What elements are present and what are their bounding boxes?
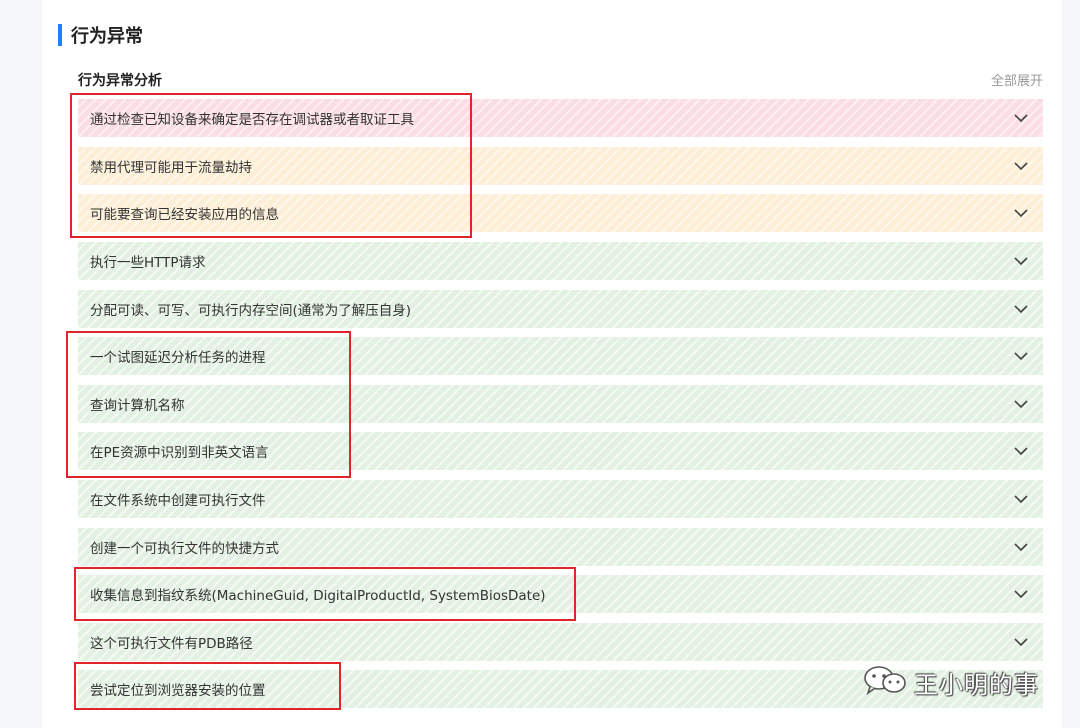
chevron-down-icon[interactable] (1011, 203, 1031, 223)
chevron-down-icon[interactable] (1011, 537, 1031, 557)
behavior-item[interactable]: 通过检查已知设备来确定是否存在调试器或者取证工具 (78, 99, 1043, 137)
chevron-down-icon[interactable] (1011, 632, 1031, 652)
behavior-item-label: 在PE资源中识别到非英文语言 (90, 445, 269, 461)
behavior-item-label: 查询计算机名称 (90, 398, 185, 414)
behavior-item[interactable]: 收集信息到指纹系统(MachineGuid, DigitalProductId,… (78, 575, 1043, 613)
behavior-item-label: 禁用代理可能用于流量劫持 (90, 160, 252, 176)
behavior-item[interactable]: 分配可读、可写、可执行内存空间(通常为了解压自身) (78, 290, 1043, 328)
analysis-title: 行为异常分析 (78, 73, 162, 89)
chevron-down-icon[interactable] (1011, 251, 1031, 271)
behavior-item-label: 分配可读、可写、可执行内存空间(通常为了解压自身) (90, 303, 412, 319)
behavior-item-label: 收集信息到指纹系统(MachineGuid, DigitalProductId,… (90, 588, 546, 604)
behavior-item-label: 创建一个可执行文件的快捷方式 (90, 541, 279, 557)
behavior-item[interactable]: 在文件系统中创建可执行文件 (78, 480, 1043, 518)
watermark: 王小明的事 (862, 664, 1039, 700)
watermark-text: 王小明的事 (914, 670, 1039, 699)
behavior-item-label: 这个可执行文件有PDB路径 (90, 636, 253, 652)
behavior-item[interactable]: 禁用代理可能用于流量劫持 (78, 147, 1043, 185)
behavior-item-label: 执行一些HTTP请求 (90, 255, 206, 271)
title-accent-bar (58, 24, 62, 46)
behavior-item[interactable]: 执行一些HTTP请求 (78, 242, 1043, 280)
chevron-down-icon[interactable] (1011, 156, 1031, 176)
behavior-item-label: 通过检查已知设备来确定是否存在调试器或者取证工具 (90, 112, 414, 128)
chevron-down-icon[interactable] (1011, 108, 1031, 128)
behavior-item[interactable]: 在PE资源中识别到非英文语言 (78, 432, 1043, 470)
analysis-header: 行为异常分析 全部展开 (78, 68, 1043, 90)
behavior-item[interactable]: 可能要查询已经安装应用的信息 (78, 194, 1043, 232)
behavior-item-label: 一个试图延迟分析任务的进程 (90, 350, 266, 366)
chevron-down-icon[interactable] (1011, 394, 1031, 414)
chevron-down-icon[interactable] (1011, 299, 1031, 319)
behavior-item[interactable]: 一个试图延迟分析任务的进程 (78, 337, 1043, 375)
expand-all-link[interactable]: 全部展开 (991, 70, 1043, 89)
chevron-down-icon[interactable] (1011, 584, 1031, 604)
behavior-item[interactable]: 这个可执行文件有PDB路径 (78, 623, 1043, 661)
section-title: 行为异常 (71, 26, 143, 47)
chevron-down-icon[interactable] (1011, 441, 1031, 461)
behavior-item-label: 可能要查询已经安装应用的信息 (90, 207, 279, 223)
wechat-icon (862, 665, 908, 699)
section-header: 行为异常 (58, 22, 143, 48)
behavior-item-label: 在文件系统中创建可执行文件 (90, 493, 266, 509)
behavior-item[interactable]: 查询计算机名称 (78, 385, 1043, 423)
chevron-down-icon[interactable] (1011, 346, 1031, 366)
chevron-down-icon[interactable] (1011, 489, 1031, 509)
behavior-item[interactable]: 创建一个可执行文件的快捷方式 (78, 528, 1043, 566)
